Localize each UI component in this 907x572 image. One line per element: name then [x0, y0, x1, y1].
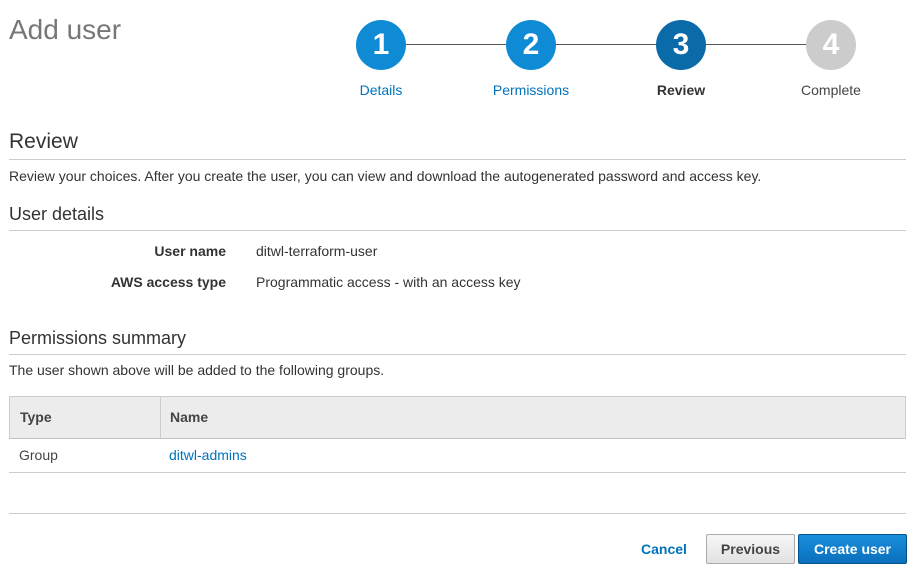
groups-table-header: Type Name	[9, 396, 906, 439]
step-number-badge: 3	[656, 20, 706, 70]
step-label-complete: Complete	[801, 82, 861, 98]
cancel-button[interactable]: Cancel	[630, 534, 698, 564]
group-link[interactable]: ditwl-admins	[169, 439, 247, 471]
user-details-heading: User details	[9, 202, 906, 231]
permissions-summary-description: The user shown above will be added to th…	[9, 362, 385, 378]
step-complete: 4 Complete	[771, 20, 891, 97]
wizard-stepper: 1 Details 2 Permissions 3 Review 4 Compl…	[0, 0, 907, 110]
step-label-details[interactable]: Details	[321, 83, 441, 97]
step-label-review: Review	[656, 82, 706, 98]
footer-divider	[9, 513, 906, 514]
step-number-badge: 1	[356, 20, 406, 70]
previous-button[interactable]: Previous	[706, 534, 795, 564]
review-heading: Review	[9, 128, 906, 160]
step-details[interactable]: 1 Details	[321, 20, 441, 97]
detail-label: User name	[154, 243, 226, 259]
column-divider	[160, 397, 161, 438]
permissions-summary-heading: Permissions summary	[9, 326, 906, 355]
detail-label: AWS access type	[110, 274, 226, 290]
cell-type: Group	[19, 447, 58, 463]
detail-value: ditwl-terraform-user	[256, 243, 378, 259]
step-label-permissions[interactable]: Permissions	[471, 83, 591, 97]
table-row: Group ditwl-admins	[9, 439, 906, 473]
create-user-button[interactable]: Create user	[798, 534, 907, 564]
step-number-badge: 4	[806, 20, 856, 70]
step-review: 3 Review	[621, 20, 741, 97]
column-header-name[interactable]: Name	[170, 397, 208, 438]
add-user-page: Add user 1 Details 2 Permissions 3 Revie…	[0, 0, 907, 572]
step-permissions[interactable]: 2 Permissions	[471, 20, 591, 97]
review-description: Review your choices. After you create th…	[9, 168, 762, 184]
column-header-type[interactable]: Type	[20, 397, 52, 438]
detail-value: Programmatic access - with an access key	[256, 274, 521, 290]
step-number-badge: 2	[506, 20, 556, 70]
